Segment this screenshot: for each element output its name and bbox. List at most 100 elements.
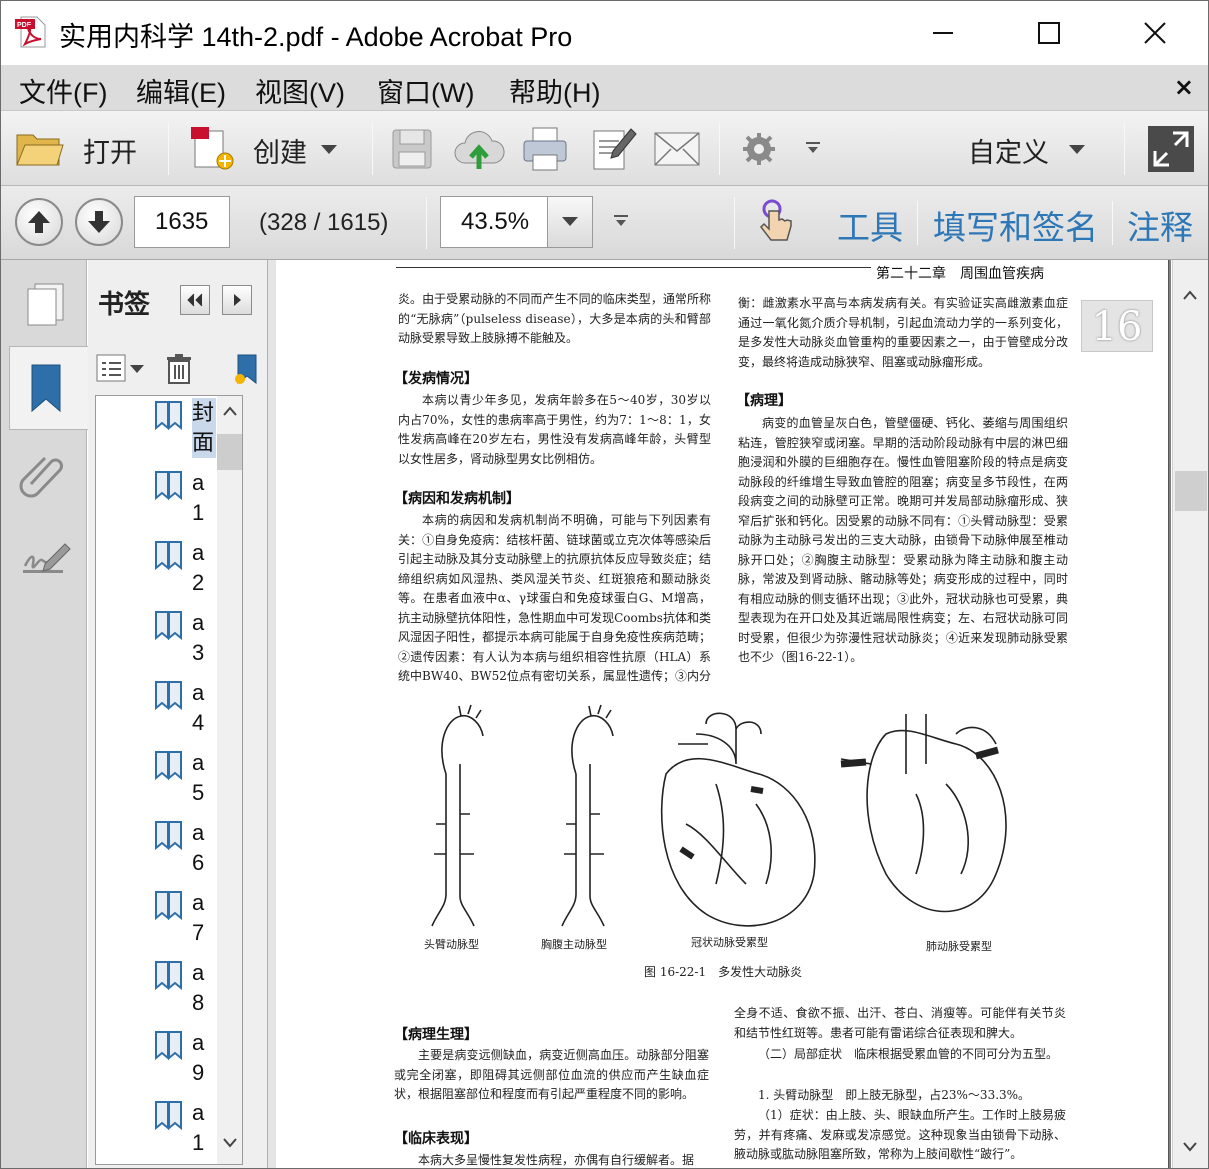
next-page-button[interactable] [75,198,123,246]
menu-close-button[interactable]: × [1174,73,1194,101]
save-icon[interactable] [391,128,435,172]
create-dropdown-icon[interactable] [321,145,337,154]
previous-page-button[interactable] [15,198,63,246]
bookmark-options-icon[interactable] [96,353,146,383]
bookmark-icon [155,821,182,851]
bookmark-item[interactable]: a5 [154,748,214,818]
bookmark-label: a8 [192,960,205,1015]
menu-window[interactable]: 窗口(W) [377,71,474,110]
double-chevron-left-icon [187,293,203,307]
bookmark-icon [155,681,182,711]
document-scrollbar[interactable] [1172,260,1208,1168]
menu-help[interactable]: 帮助(H) [509,71,600,110]
toolbar-separator [1124,123,1125,175]
customize-dropdown-icon[interactable] [1069,145,1085,154]
bookmark-icon [155,471,182,501]
bookmark-label: a1 [192,470,205,525]
minimize-button[interactable] [913,9,973,57]
document-scroll-thumb[interactable] [1175,471,1207,511]
bookmark-item[interactable]: a9 [154,1028,214,1098]
page-thumbnails-icon[interactable] [25,282,65,326]
signature-icon[interactable] [21,540,71,584]
bookmark-item[interactable]: a3 [154,608,214,678]
open-button[interactable]: 打开 [83,131,137,170]
bookmark-label: a9 [192,1030,205,1085]
bookmark-icon [155,1031,182,1061]
paragraph: 病变的血管呈灰白色，管壁僵硬、钙化、萎缩与周围组织粘连，管腔狭窄或闭塞。早期的活… [738,416,1068,664]
toolbar-separator [168,123,169,175]
bookmarks-tab[interactable] [9,346,89,430]
fullscreen-icon[interactable] [1147,125,1195,173]
attachment-icon[interactable] [17,450,65,498]
paragraph: （1）症状：由上肢、头、眼缺血所产生。工作时上肢易疲劳，并有疼痛、发麻或发凉感觉… [734,1108,1066,1161]
bookmark-item[interactable]: 封面 [154,398,216,468]
figure-title: 图 16-22-1 多发性大动脉炎 [644,965,803,979]
email-icon[interactable] [653,131,701,167]
tools-pane-button[interactable]: 工具 [837,201,903,249]
document-view[interactable]: 第二十二章 周围血管疾病 16 炎。由于受累动脉的不同而产生不同的临床类型，通常… [276,260,1171,1168]
menu-view[interactable]: 视图(V) [255,71,345,110]
toolbar-options-icon[interactable] [805,141,821,155]
bookmark-item[interactable]: a1 [154,1098,214,1164]
cloud-upload-icon[interactable] [453,127,505,173]
bookmark-icon [31,364,61,413]
collapse-panel-button[interactable] [180,285,210,315]
section-heading: 【病因和发病机制】 [394,490,520,506]
folder-open-icon[interactable] [15,127,65,169]
paragraph: 炎。由于受累动脉的不同而产生不同的临床类型，通常所称的“无脉病”（pulsele… [398,292,711,345]
menu-edit[interactable]: 编辑(E) [136,71,226,110]
nav-options-icon[interactable] [613,214,629,228]
edit-document-icon[interactable] [591,125,637,173]
bookmark-item[interactable]: a2 [154,538,214,608]
bookmark-icon [155,611,182,641]
paragraph: 本病的病因和发病机制尚不明确，可能与下列因素有关：①自身免疫病：结核杆菌、链球菌… [398,513,711,683]
toolbar-separator [719,123,720,175]
customize-button[interactable]: 自定义 [968,131,1049,170]
close-icon [1144,22,1166,44]
panel-splitter[interactable] [268,260,276,1168]
bookmark-item[interactable]: a6 [154,818,214,888]
chevron-right-icon [234,294,241,306]
paragraph: 衡：雌激素水平高与本病发病有关。有实验证实高雌激素血症通过一氧化氮介质介导机制，… [738,296,1068,369]
expand-panel-button[interactable] [222,285,252,315]
bookmark-label: a6 [192,820,205,875]
trash-icon[interactable] [166,353,192,385]
gear-icon[interactable] [741,131,777,167]
paragraph: 全身不适、食欲不振、出汗、苍白、消瘦等。可能伴有关节炎和结节性红斑等。患者可能有… [734,1006,1066,1040]
menu-file[interactable]: 文件(F) [19,71,107,110]
bookmarks-scroll-thumb[interactable] [217,434,242,470]
create-pdf-icon[interactable] [189,125,237,173]
bookmark-label: a4 [192,680,205,735]
maximize-button[interactable] [1019,9,1079,57]
scroll-down-icon[interactable] [223,1138,237,1148]
new-bookmark-icon[interactable] [234,353,258,385]
create-button[interactable]: 创建 [253,131,307,170]
arrow-up-icon [28,211,50,233]
comment-pane-button[interactable]: 注释 [1127,201,1193,249]
page-count-label: (328 / 1615) [259,209,389,236]
bookmarks-scrollbar[interactable] [217,396,242,1164]
section-heading: 【病理生理】 [394,1026,478,1042]
page-number-input[interactable]: 1635 [134,196,230,248]
bookmark-item[interactable]: a7 [154,888,214,958]
bookmark-label: a7 [192,890,205,945]
scroll-down-icon[interactable] [1183,1142,1197,1152]
zoom-input[interactable]: 43.5% [440,196,548,248]
bookmark-label: a2 [192,540,205,595]
bookmark-label: a3 [192,610,205,665]
bookmark-item[interactable]: a8 [154,958,214,1028]
bookmark-item[interactable]: a4 [154,678,214,748]
scroll-up-icon[interactable] [223,406,237,416]
close-window-button[interactable] [1125,9,1185,57]
zoom-dropdown-button[interactable] [547,196,593,248]
bookmark-item[interactable]: a1 [154,468,214,538]
print-icon[interactable] [521,125,569,173]
maximize-icon [1038,22,1060,44]
acrobat-window: PDF 实用内科学 14th-2.pdf - Adobe Acrobat Pro… [0,0,1209,1169]
scroll-up-icon[interactable] [1183,290,1197,300]
fill-sign-pane-button[interactable]: 填写和签名 [933,201,1098,249]
section-heading: 【临床表现】 [394,1130,478,1146]
figure-caption: 头臂动脉型 [424,938,479,951]
bookmark-icon [155,891,182,921]
hand-tool-icon[interactable] [757,199,795,243]
